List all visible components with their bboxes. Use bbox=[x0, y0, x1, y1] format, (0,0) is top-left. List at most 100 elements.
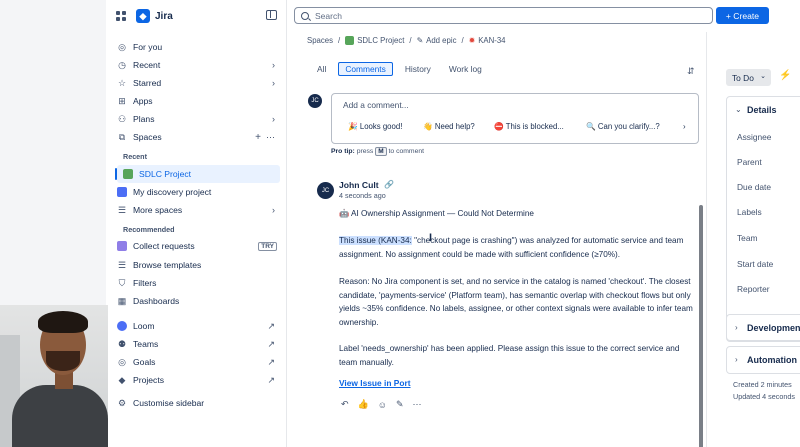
sidebar-item-label: Starred bbox=[133, 78, 162, 88]
sidebar-item-projects[interactable]: ◆ Projects ↗ bbox=[106, 371, 287, 389]
search-placeholder: Search bbox=[315, 10, 342, 21]
sidebar-item-label: Dashboards bbox=[133, 296, 180, 306]
sidebar-item-filters[interactable]: ⛉ Filters bbox=[106, 274, 287, 292]
sidebar-item-label: Spaces bbox=[133, 132, 162, 142]
sidebar-item-dashboards[interactable]: ▦ Dashboards bbox=[106, 292, 287, 310]
sidebar-item-more-spaces[interactable]: ☰ More spaces › bbox=[106, 201, 287, 219]
chevron-down-icon[interactable]: ⌄ bbox=[735, 105, 742, 114]
details-heading[interactable]: Details bbox=[747, 105, 777, 115]
top-bar: Search + Create bbox=[287, 0, 800, 32]
view-issue-link[interactable]: View Issue in Port bbox=[339, 378, 411, 388]
more-icon[interactable]: ⋯ bbox=[266, 132, 275, 143]
field-labels: Labels bbox=[737, 207, 762, 217]
sidebar-item-apps[interactable]: ⊞ Apps bbox=[106, 92, 287, 110]
pro-tip-label: Pro tip: bbox=[331, 148, 355, 155]
sidebar-item-plans[interactable]: ⚇ Plans › bbox=[106, 110, 287, 128]
external-link-icon: ↗ bbox=[267, 356, 275, 367]
dashboard-icon: ▦ bbox=[117, 295, 127, 306]
sidebar-item-teams[interactable]: ⚉ Teams ↗ bbox=[106, 335, 287, 353]
sort-icon[interactable]: ⇵ bbox=[687, 66, 695, 77]
sidebar-item-goals[interactable]: ◎ Goals ↗ bbox=[106, 353, 287, 371]
sidebar-item-label: Filters bbox=[133, 278, 157, 288]
sidebar-item-sdlc-project[interactable]: SDLC Project bbox=[115, 165, 280, 183]
chevron-right-icon: › bbox=[735, 355, 738, 364]
webcam-overlay bbox=[0, 305, 108, 447]
quick-reply-need-help[interactable]: 👋 Need help? bbox=[423, 122, 475, 131]
sidebar-item-collect-requests[interactable]: Collect requests TRY bbox=[106, 237, 287, 255]
sidebar-header: ◆ Jira bbox=[106, 0, 286, 32]
edit-icon[interactable]: ✎ bbox=[396, 399, 404, 410]
add-reaction-icon[interactable]: ☺ bbox=[378, 400, 387, 410]
field-due-date: Due date bbox=[737, 182, 771, 192]
chevron-down-icon: ⌄ bbox=[760, 73, 766, 80]
tab-all[interactable]: All bbox=[311, 62, 332, 76]
comment-editor[interactable]: Add a comment... 🎉 Looks good! 👋 Need he… bbox=[331, 93, 699, 144]
details-section: ⌄ Details Assignee Parent Due date Label… bbox=[726, 96, 800, 341]
goals-icon: ◎ bbox=[118, 356, 126, 367]
pro-tip-text-end: to comment bbox=[388, 148, 425, 155]
status-dropdown[interactable]: To Do ⌄ bbox=[726, 69, 771, 86]
more-icon[interactable]: ⋯ bbox=[413, 399, 422, 410]
jira-logo-icon[interactable]: ◆ bbox=[136, 9, 150, 23]
breadcrumb-epic[interactable]: Add epic bbox=[426, 36, 456, 45]
app-name[interactable]: Jira bbox=[155, 11, 173, 22]
templates-icon: ☰ bbox=[117, 259, 127, 270]
search-icon bbox=[301, 11, 309, 20]
sidebar-item-for-you[interactable]: ◎ For you bbox=[106, 38, 287, 56]
sidebar-item-label: SDLC Project bbox=[139, 169, 192, 179]
thumbs-up-icon[interactable]: 👍 bbox=[358, 399, 369, 410]
try-badge: TRY bbox=[258, 241, 277, 251]
sidebar-item-label: Recent bbox=[133, 60, 161, 70]
breadcrumb-issue[interactable]: KAN-34 bbox=[478, 36, 505, 45]
sidebar-item-spaces[interactable]: ⧉ Spaces + ⋯ bbox=[106, 128, 287, 146]
tab-work-log[interactable]: Work log bbox=[443, 62, 488, 76]
sidebar-item-my-discovery-project[interactable]: My discovery project bbox=[106, 183, 287, 201]
link-icon[interactable]: 🔗 bbox=[384, 180, 394, 189]
collapse-sidebar-icon[interactable] bbox=[266, 10, 277, 20]
automation-bolt-icon[interactable]: ⚡ bbox=[779, 70, 791, 81]
add-space-icon[interactable]: + bbox=[255, 132, 261, 143]
development-heading: Development bbox=[747, 323, 800, 333]
edit-icon: ✎ bbox=[416, 36, 424, 45]
development-section[interactable]: › Development bbox=[726, 314, 800, 342]
breadcrumb-spaces[interactable]: Spaces bbox=[307, 36, 333, 45]
sidebar: ◆ Jira ◎ For you ◷ Recent › ☆ Starred › … bbox=[106, 0, 287, 447]
chevron-right-icon: › bbox=[272, 78, 275, 88]
teams-icon: ⚉ bbox=[117, 338, 127, 349]
project-icon bbox=[117, 187, 127, 197]
sidebar-item-recent[interactable]: ◷ Recent › bbox=[106, 56, 287, 74]
sidebar-item-starred[interactable]: ☆ Starred › bbox=[106, 74, 287, 92]
sidebar-item-label: Plans bbox=[133, 114, 155, 124]
sidebar-item-label: More spaces bbox=[133, 205, 183, 215]
sidebar-item-customise-sidebar[interactable]: ⚙ Customise sidebar bbox=[106, 394, 287, 412]
tab-comments[interactable]: Comments bbox=[338, 62, 393, 76]
quick-reply-looks-good[interactable]: 🎉 Looks good! bbox=[348, 122, 402, 131]
created-timestamp: Created 2 minutes bbox=[733, 380, 792, 389]
reply-icon[interactable]: ↶ bbox=[341, 399, 349, 410]
chevron-right-icon[interactable]: › bbox=[683, 122, 686, 131]
bug-icon: ✹ bbox=[468, 36, 476, 45]
scrollbar[interactable] bbox=[698, 32, 706, 447]
search-input[interactable]: Search bbox=[294, 7, 713, 24]
quick-reply-clarify[interactable]: 🔍 Can you clarify...? bbox=[586, 122, 660, 131]
activity-tabs: All Comments History Work log bbox=[311, 62, 494, 76]
user-circle-icon: ◎ bbox=[118, 41, 126, 52]
sidebar-item-loom[interactable]: Loom ↗ bbox=[106, 317, 287, 335]
automation-section[interactable]: › Automation bbox=[726, 346, 800, 374]
quick-reply-blocked[interactable]: ⛔ This is blocked... bbox=[494, 122, 564, 131]
comment-paragraph: Label 'needs_ownership' has been applied… bbox=[339, 344, 680, 367]
breadcrumb-project[interactable]: SDLC Project bbox=[357, 36, 404, 45]
app-switcher-icon[interactable] bbox=[116, 11, 126, 21]
tab-history[interactable]: History bbox=[399, 62, 437, 76]
chevron-right-icon: › bbox=[272, 114, 275, 124]
field-team: Team bbox=[737, 233, 758, 243]
updated-timestamp: Updated 4 seconds bbox=[733, 392, 795, 401]
sidebar-item-browse-templates[interactable]: ☰ Browse templates bbox=[106, 256, 287, 274]
filter-icon: ⛉ bbox=[118, 277, 126, 288]
scrollbar-thumb[interactable] bbox=[699, 205, 703, 447]
comment-author[interactable]: John Cult bbox=[339, 180, 379, 190]
field-start-date: Start date bbox=[737, 259, 774, 269]
field-assignee: Assignee bbox=[737, 132, 772, 142]
sidebar-item-label: Apps bbox=[133, 96, 153, 106]
create-button[interactable]: + Create bbox=[716, 7, 769, 24]
